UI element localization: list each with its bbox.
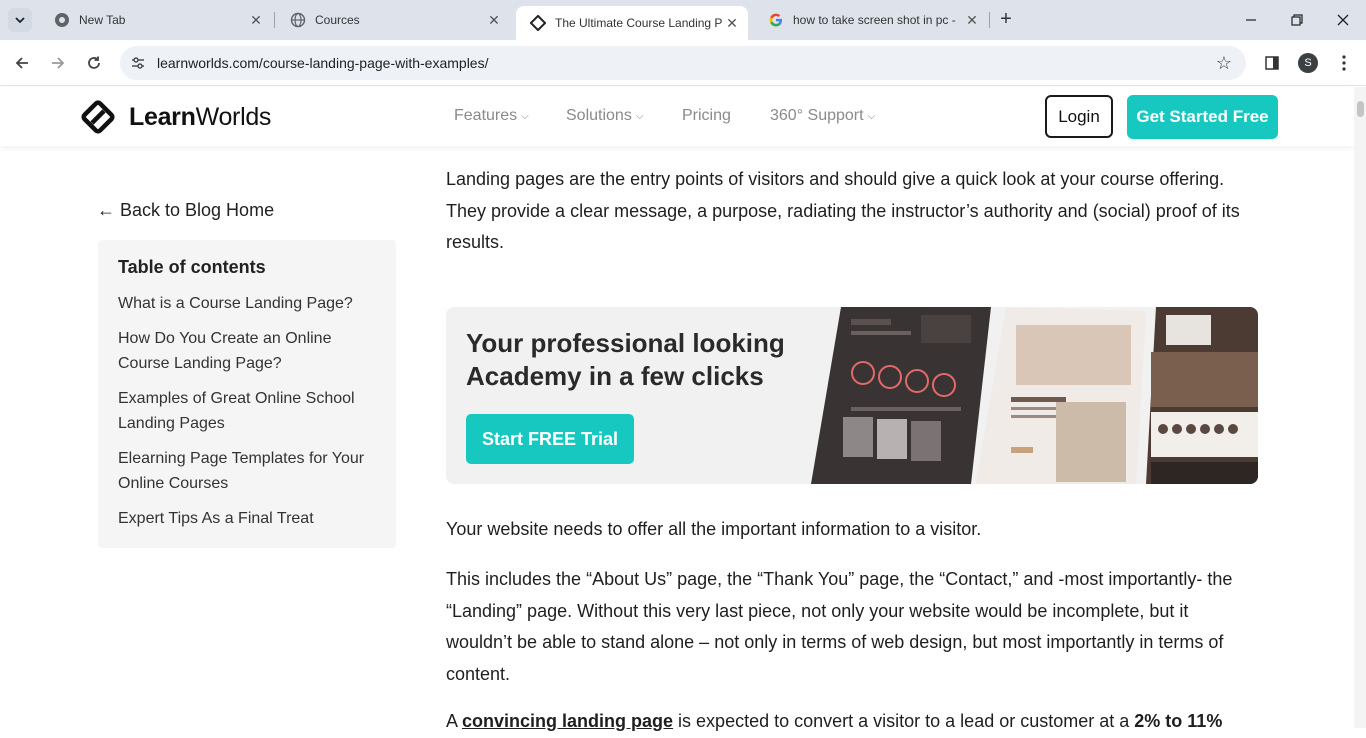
table-of-contents: Table of contents What is a Course Landi… bbox=[98, 240, 396, 548]
promo-banner: Your professional looking Academy in a f… bbox=[446, 307, 1258, 484]
reload-icon bbox=[88, 56, 100, 69]
tab-title: Cources bbox=[315, 13, 360, 27]
restore-button[interactable] bbox=[1274, 0, 1320, 40]
avatar: S bbox=[1298, 53, 1318, 73]
tab-landing-page[interactable]: The Ultimate Course Landing Page ✕ bbox=[516, 6, 748, 40]
inline-link[interactable]: convincing landing page bbox=[462, 711, 673, 731]
new-tab-button[interactable]: + bbox=[996, 9, 1016, 30]
close-window-button[interactable] bbox=[1320, 0, 1366, 40]
learnworlds-icon bbox=[530, 15, 546, 31]
nav-support[interactable]: 360° Support ⌵ bbox=[770, 107, 875, 125]
nav-label: Pricing bbox=[682, 107, 731, 124]
globe-icon bbox=[290, 12, 306, 28]
back-button[interactable] bbox=[9, 50, 35, 76]
nav-solutions[interactable]: Solutions ⌵ bbox=[566, 107, 643, 125]
kebab-menu-icon bbox=[1342, 55, 1346, 71]
menu-button[interactable] bbox=[1333, 52, 1355, 74]
arrow-right-icon bbox=[52, 57, 65, 69]
google-icon bbox=[768, 12, 784, 28]
tab-search-button[interactable] bbox=[8, 8, 32, 32]
side-panel-button[interactable] bbox=[1261, 52, 1283, 74]
arrow-left-icon bbox=[15, 57, 28, 69]
site-header: LearnWorlds Features ⌵ Solutions ⌵ Pricing… bbox=[0, 87, 1354, 146]
forward-button[interactable] bbox=[45, 50, 71, 76]
tab-title: The Ultimate Course Landing Page bbox=[555, 16, 722, 30]
tab-cources[interactable]: Cources ✕ bbox=[276, 0, 510, 40]
close-tab-icon[interactable]: ✕ bbox=[962, 10, 982, 30]
restore-icon bbox=[1291, 14, 1303, 26]
browser-tab-strip: New Tab ✕ Cources ✕ The Ultimate Course … bbox=[0, 0, 1366, 40]
nav-label: Solutions bbox=[566, 107, 632, 124]
close-icon bbox=[1337, 14, 1349, 26]
learnworlds-logo[interactable]: LearnWorlds bbox=[78, 97, 271, 137]
article-paragraph: A convincing landing page is expected to… bbox=[446, 711, 1223, 731]
profile-button[interactable]: S bbox=[1297, 52, 1319, 74]
article-paragraph: Your website needs to offer all the impo… bbox=[446, 519, 982, 539]
logo-wordmark: LearnWorlds bbox=[129, 102, 272, 131]
page-scrollbar[interactable] bbox=[1354, 87, 1366, 728]
close-tab-icon[interactable]: ✕ bbox=[722, 13, 742, 33]
back-to-blog-link[interactable]: ← Back to Blog Home bbox=[97, 200, 274, 221]
reload-button[interactable] bbox=[81, 50, 107, 76]
nav-label: 360° Support bbox=[770, 107, 864, 124]
tab-divider bbox=[274, 12, 275, 28]
chevron-down-icon bbox=[15, 17, 25, 24]
address-bar[interactable]: learnworlds.com/course-landing-page-with… bbox=[120, 46, 1246, 80]
nav-pricing[interactable]: Pricing bbox=[682, 107, 731, 125]
tab-divider bbox=[989, 12, 990, 28]
academy-mockup-image bbox=[811, 307, 1258, 484]
tab-title: how to take screen shot in pc - bbox=[793, 13, 956, 27]
tab-google-search[interactable]: how to take screen shot in pc - ✕ bbox=[754, 0, 988, 40]
toc-item[interactable]: Elearning Page Templates for Your Online… bbox=[118, 446, 378, 496]
article-paragraph: This includes the “About Us” page, the “… bbox=[446, 569, 1233, 684]
start-free-trial-button[interactable]: Start FREE Trial bbox=[466, 414, 634, 464]
toc-item[interactable]: What is a Course Landing Page? bbox=[118, 291, 378, 316]
bookmark-star-icon[interactable]: ☆ bbox=[1216, 53, 1232, 74]
chevron-down-icon: ⌵ bbox=[521, 110, 529, 122]
nav-features[interactable]: Features ⌵ bbox=[454, 107, 529, 125]
chevron-down-icon: ⌵ bbox=[867, 110, 876, 122]
get-started-button[interactable]: Get Started Free bbox=[1127, 95, 1278, 139]
tab-title: New Tab bbox=[79, 13, 126, 27]
site-settings-icon[interactable] bbox=[128, 53, 148, 73]
browser-toolbar: learnworlds.com/course-landing-page-with… bbox=[0, 40, 1366, 86]
banner-headline: Your professional looking Academy in a f… bbox=[466, 328, 785, 391]
url-text: learnworlds.com/course-landing-page-with… bbox=[157, 55, 489, 71]
learnworlds-logo-icon bbox=[81, 100, 115, 134]
minimize-icon bbox=[1246, 19, 1256, 21]
close-tab-icon[interactable]: ✕ bbox=[484, 10, 504, 30]
tab-new-tab[interactable]: New Tab ✕ bbox=[40, 0, 272, 40]
scrollbar-thumb[interactable] bbox=[1357, 101, 1364, 117]
side-panel-icon bbox=[1265, 56, 1279, 70]
login-button[interactable]: Login bbox=[1045, 95, 1113, 138]
chevron-down-icon: ⌵ bbox=[635, 110, 644, 122]
close-tab-icon[interactable]: ✕ bbox=[246, 10, 266, 30]
article-intro: Landing pages are the entry points of vi… bbox=[446, 169, 1240, 252]
toc-item[interactable]: Expert Tips As a Final Treat bbox=[118, 506, 378, 531]
toc-title: Table of contents bbox=[118, 257, 266, 277]
toc-item[interactable]: How Do You Create an Online Course Landi… bbox=[118, 326, 378, 376]
nav-label: Features bbox=[454, 107, 518, 124]
toc-item[interactable]: Examples of Great Online School Landing … bbox=[118, 386, 378, 436]
minimize-button[interactable] bbox=[1228, 0, 1274, 40]
chrome-icon bbox=[54, 12, 70, 28]
